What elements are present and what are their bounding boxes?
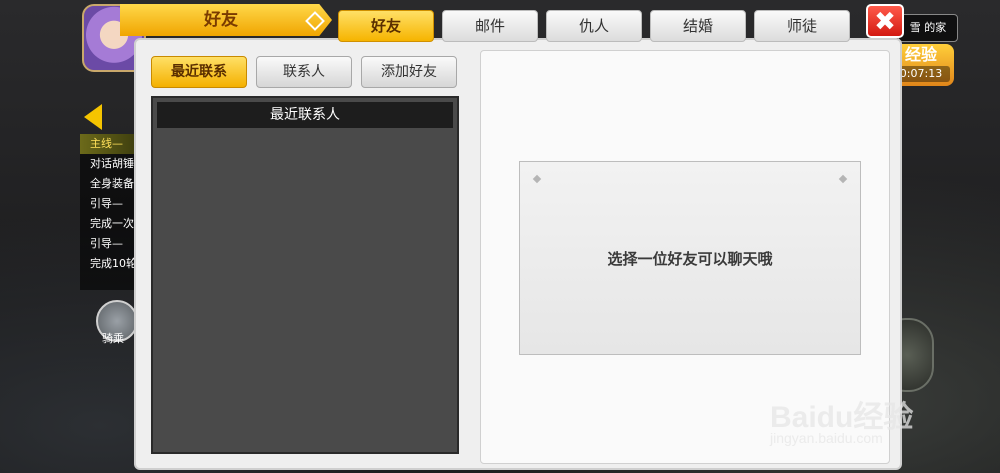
diamond-icon xyxy=(305,11,325,31)
recent-contacts-list[interactable]: 最近联系人 xyxy=(151,96,459,454)
quest-line: 完成一次 xyxy=(90,217,134,230)
quest-line[interactable]: 引导— xyxy=(80,194,140,214)
subtab-add-friend[interactable]: 添加好友 xyxy=(361,56,457,88)
tab-friends[interactable]: 好友 xyxy=(338,10,434,42)
dialog-title: 好友 xyxy=(120,4,332,36)
tab-mail[interactable]: 邮件 xyxy=(442,10,538,42)
home-button[interactable]: 雪 的家 xyxy=(898,14,958,42)
close-button[interactable]: ✖ xyxy=(866,4,904,38)
empty-chat-message: 选择一位好友可以聊天哦 xyxy=(607,250,773,268)
quest-line[interactable]: 引导— xyxy=(80,234,140,254)
corner-ornament-icon xyxy=(532,174,542,184)
close-icon: ✖ xyxy=(874,7,896,37)
contacts-panel: 最近联系 联系人 添加好友 最近联系人 xyxy=(145,50,467,464)
quest-line: 完成10轮 xyxy=(90,257,137,270)
corner-ornament-icon xyxy=(838,174,848,184)
list-header: 最近联系人 xyxy=(157,102,453,128)
dialog-title-text: 好友 xyxy=(204,10,238,30)
empty-chat-card: 选择一位好友可以聊天哦 xyxy=(519,161,861,355)
watermark-url: jingyan.baidu.com xyxy=(770,430,883,446)
mount-label: 骑乘 xyxy=(102,332,124,345)
subtab-contacts[interactable]: 联系人 xyxy=(256,56,352,88)
quest-line: 对话胡锤 xyxy=(90,157,134,170)
exp-timer: 0:07:13 xyxy=(892,66,950,82)
tab-marriage[interactable]: 结婚 xyxy=(650,10,746,42)
quest-line: 全身装备 xyxy=(90,177,134,190)
quest-line[interactable]: 主线— xyxy=(80,134,140,154)
tab-enemies[interactable]: 仇人 xyxy=(546,10,642,42)
tab-mentorship[interactable]: 师徒 xyxy=(754,10,850,42)
exp-label: 经验 xyxy=(904,45,937,64)
quest-tracker[interactable]: 主线— 对话胡锤 全身装备 引导— 完成一次 引导— 完成10轮 xyxy=(80,134,140,290)
subtab-recent[interactable]: 最近联系 xyxy=(151,56,247,88)
left-arrow-icon[interactable] xyxy=(84,104,102,130)
